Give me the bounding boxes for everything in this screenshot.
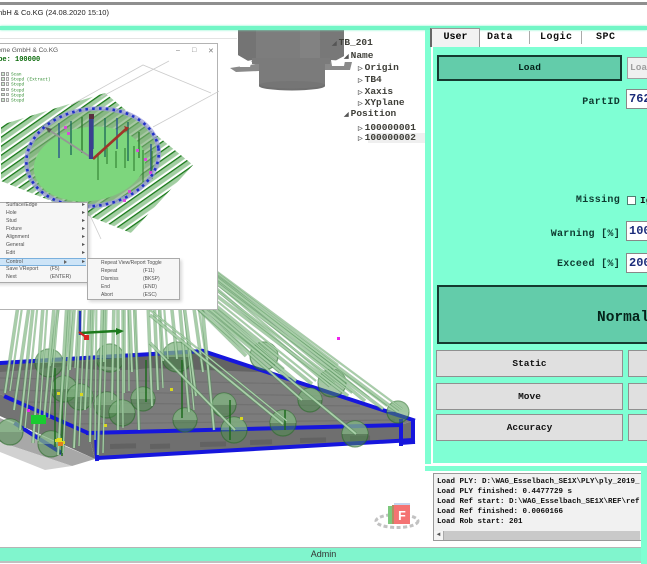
svg-text:F: F (398, 509, 406, 523)
